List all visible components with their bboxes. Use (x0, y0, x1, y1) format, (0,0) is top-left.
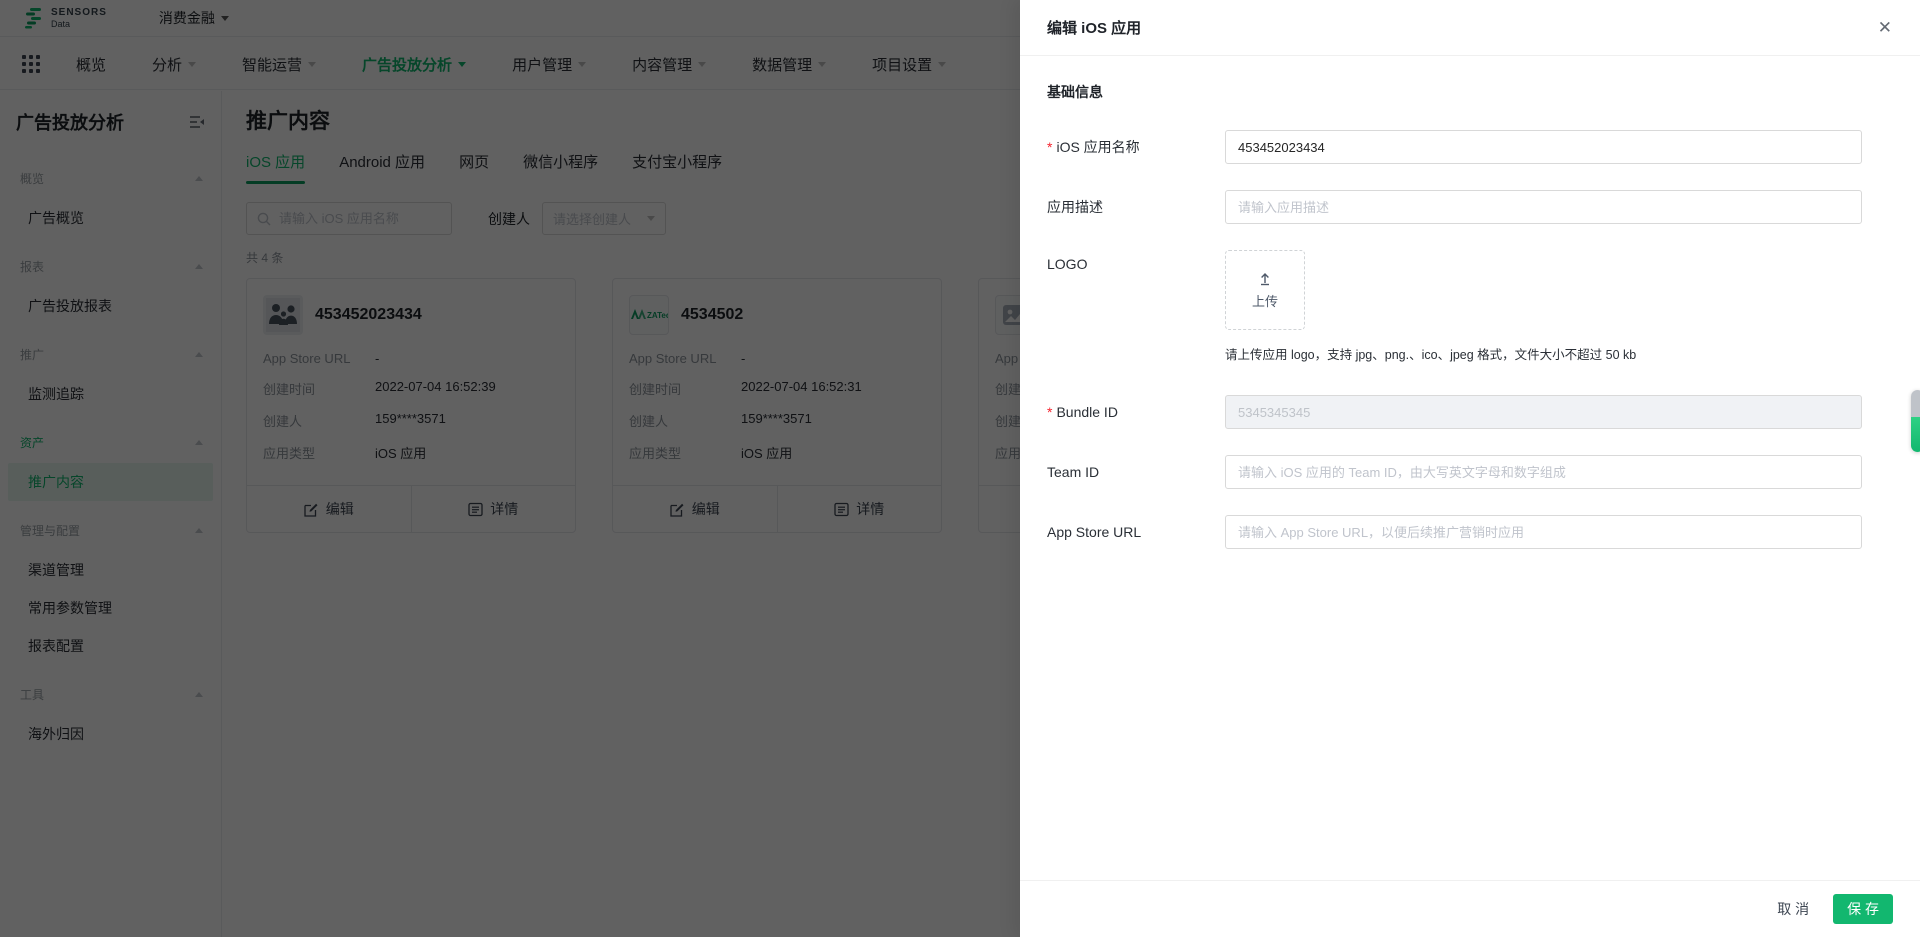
team-id-input[interactable] (1225, 455, 1862, 489)
logo-upload-button[interactable]: 上传 (1225, 250, 1305, 330)
bundle-id-input (1225, 395, 1862, 429)
drawer-body: 基础信息 *iOS 应用名称 应用描述 LOGO (1020, 56, 1920, 880)
team-id-label: Team ID (1047, 464, 1100, 480)
close-icon[interactable]: ✕ (1874, 15, 1896, 40)
ios-app-name-label: * iOS 应用名称 (1047, 139, 1140, 155)
required-mark: * (1047, 139, 1053, 155)
required-mark: * (1047, 404, 1053, 420)
edit-ios-app-drawer: 编辑 iOS 应用 ✕ 基础信息 *iOS 应用名称 应用描述 LOGO (1020, 0, 1920, 937)
bundle-id-label: * Bundle ID (1047, 404, 1118, 420)
app-description-input[interactable] (1225, 190, 1862, 224)
app-store-url-label: App Store URL (1047, 524, 1142, 540)
app-root: SENSORS Data 消费金融 概览 分析 智能运营 广告投放分析 用户管理 (0, 0, 1920, 937)
logo-label: LOGO (1047, 256, 1088, 272)
app-description-label: 应用描述 (1047, 199, 1103, 215)
app-store-url-input[interactable] (1225, 515, 1862, 549)
logo-upload-hint: 请上传应用 logo，支持 jpg、png.、ico、jpeg 格式，文件大小不… (1225, 348, 1637, 362)
edge-scroll-widget[interactable] (1911, 390, 1920, 452)
upload-text: 上传 (1251, 293, 1278, 309)
save-button[interactable]: 保 存 (1833, 894, 1893, 924)
upload-icon (1261, 272, 1269, 285)
section-title-basic-info: 基础信息 (1047, 84, 1103, 100)
drawer-title: 编辑 iOS 应用 (1047, 20, 1142, 37)
ios-app-name-input[interactable] (1225, 130, 1862, 164)
cancel-button[interactable]: 取 消 (1777, 899, 1809, 919)
